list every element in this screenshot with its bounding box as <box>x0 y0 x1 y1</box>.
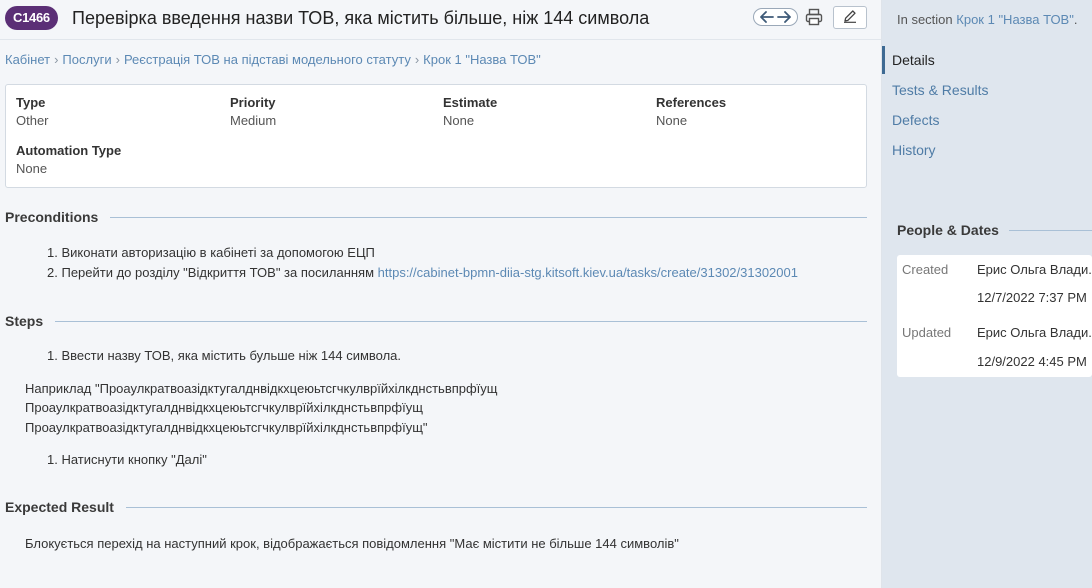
expected-result-header: Expected Result <box>5 499 867 515</box>
list-number: 1. <box>47 452 58 467</box>
field-priority: Priority Medium <box>230 95 276 128</box>
example-line: Наприклад "Проаулкратвоазідктугалднвідкх… <box>25 381 498 396</box>
edit-button[interactable] <box>833 6 867 29</box>
example-line: Проаулкратвоазідктугалднвідкхцеюьтсгчкул… <box>25 420 428 435</box>
field-type: Type Other <box>16 95 49 128</box>
arrow-left-icon[interactable] <box>760 11 774 23</box>
main-panel: C1466 Перевірка введення назви ТОВ, яка … <box>0 0 882 588</box>
in-section-prefix: In section <box>897 12 957 27</box>
breadcrumb-step1[interactable]: Крок 1 "Назва ТОВ" <box>423 52 541 67</box>
prev-next-nav <box>753 8 798 26</box>
field-estimate: Estimate None <box>443 95 497 128</box>
expected-result-text: Блокується перехід на наступний крок, ві… <box>25 536 679 551</box>
list-text: Натиснути кнопку "Далі" <box>61 452 207 467</box>
tab-tests-results[interactable]: Tests & Results <box>892 82 988 98</box>
created-at: 12/7/2022 7:37 PM <box>977 290 1087 305</box>
case-fields-box: Type Other Priority Medium Estimate None… <box>5 84 867 188</box>
breadcrumb-separator: › <box>54 52 59 67</box>
section-divider <box>55 320 867 322</box>
field-automation-type: Automation Type None <box>16 143 121 176</box>
section-divider <box>1008 229 1092 231</box>
created-label: Created <box>902 262 949 277</box>
tab-details[interactable]: Details <box>892 52 935 68</box>
list-number: 1. <box>47 245 58 260</box>
created-by: Ерис Ольга Влади... <box>977 262 1092 277</box>
in-section-suffix: . <box>1073 12 1078 27</box>
field-value: None <box>443 113 475 128</box>
breadcrumb-separator: › <box>115 52 120 67</box>
preconditions-header: Preconditions <box>5 209 867 225</box>
tab-defects[interactable]: Defects <box>892 112 939 128</box>
in-section-link[interactable]: Крок 1 "Назва ТОВ" <box>956 12 1074 27</box>
active-tab-marker <box>882 46 885 74</box>
field-value: Medium <box>230 113 277 128</box>
section-title: Preconditions <box>5 209 99 225</box>
list-number: 2. <box>47 265 58 280</box>
precondition-item: 1. Виконати авторизацію в кабінеті за до… <box>47 245 375 260</box>
step-item: 1. Натиснути кнопку "Далі" <box>47 452 207 467</box>
tab-history[interactable]: History <box>892 142 936 158</box>
case-header: C1466 Перевірка введення назви ТОВ, яка … <box>0 0 881 40</box>
section-title: Steps <box>5 313 44 329</box>
in-section-info: In section Крок 1 "Назва ТОВ". <box>897 12 1077 27</box>
field-label: Type <box>16 95 46 110</box>
field-label: References <box>656 95 727 110</box>
example-line: Проаулкратвоазідктугалднвідкхцеюьтсгчкул… <box>25 400 423 415</box>
people-dates-header: People & Dates <box>897 222 1092 238</box>
step-item: 1. Ввести назву ТОВ, яка містить бульше … <box>47 348 401 363</box>
case-title: Перевірка введення назви ТОВ, яка містит… <box>72 8 650 28</box>
arrow-right-icon[interactable] <box>777 11 791 23</box>
breadcrumb-cabinet[interactable]: Кабінет <box>5 52 50 67</box>
section-divider <box>125 506 867 508</box>
section-title: People & Dates <box>897 222 999 238</box>
section-divider <box>110 216 867 218</box>
list-text: Виконати авторизацію в кабінеті за допом… <box>61 245 375 260</box>
list-text: Перейти до розділу "Відкриття ТОВ" за по… <box>61 265 378 280</box>
list-number: 1. <box>47 348 58 363</box>
updated-at: 12/9/2022 4:45 PM <box>977 354 1087 369</box>
print-icon[interactable] <box>805 8 823 29</box>
field-value: Other <box>16 113 49 128</box>
breadcrumb-registration[interactable]: Реєстрація ТОВ на підставі модельного ст… <box>124 52 411 67</box>
case-id-badge: C1466 <box>5 6 58 30</box>
field-label: Estimate <box>443 95 498 110</box>
updated-by: Ерис Ольга Влади... <box>977 325 1092 340</box>
precondition-item: 2. Перейти до розділу "Відкриття ТОВ" за… <box>47 265 798 280</box>
list-text: Ввести назву ТОВ, яка містить бульше ніж… <box>61 348 402 363</box>
task-link[interactable]: https://cabinet-bpmn-diia-stg.kitsoft.ki… <box>378 265 798 280</box>
field-value: None <box>656 113 688 128</box>
steps-header: Steps <box>5 313 867 329</box>
field-value: None <box>16 161 48 176</box>
breadcrumb-separator: › <box>414 52 420 67</box>
breadcrumb-services[interactable]: Послуги <box>62 52 111 67</box>
field-label: Automation Type <box>16 143 122 158</box>
pencil-icon <box>843 9 857 26</box>
updated-label: Updated <box>902 325 952 340</box>
field-references: References None <box>656 95 726 128</box>
breadcrumb: Кабінет › Послуги › Реєстрація ТОВ на підста… <box>5 52 541 67</box>
field-label: Priority <box>230 95 276 110</box>
section-title: Expected Result <box>5 499 114 515</box>
